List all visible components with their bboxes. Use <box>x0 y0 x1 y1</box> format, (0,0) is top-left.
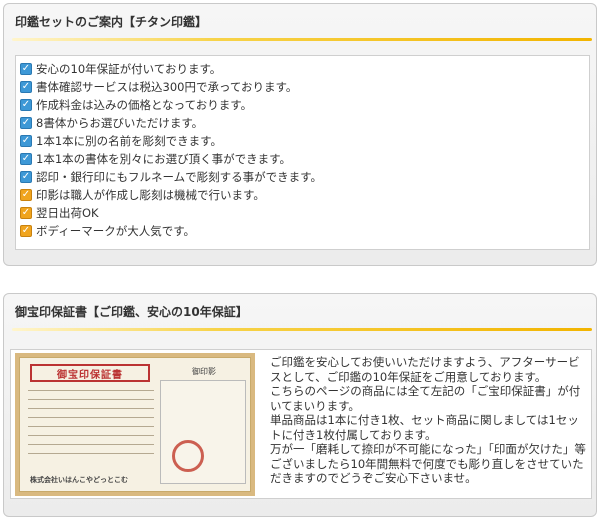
list-item: ✓ 8書体からお選びいただけます。 <box>20 114 589 132</box>
list-item: ✓ 認印・銀行印にもフルネームで彫刻する事ができます。 <box>20 168 589 186</box>
certificate-company: 株式会社いはんこやどっとこむ <box>30 476 128 484</box>
list-item: ✓ 書体確認サービスは税込300円で承っております。 <box>20 78 589 96</box>
list-item: ✓ ボディーマークが大人気です。 <box>20 222 589 240</box>
list-item: ✓ 1本1本の書体を別々にお選び頂く事ができます。 <box>20 150 589 168</box>
feature-text: 1本1本の書体を別々にお選び頂く事ができます。 <box>36 152 291 166</box>
feature-text: 作成料金は込みの価格となっております。 <box>36 98 253 112</box>
check-icon: ✓ <box>20 63 32 75</box>
warranty-content: 御宝印保証書 御印影 株式会社いはんこやどっとこむ ご印鑑を安心してお使いいただ… <box>10 349 592 499</box>
feature-list: ✓ 安心の10年保証が付いております。 ✓ 書体確認サービスは税込300円で承ってお… <box>15 55 590 250</box>
feature-text: 安心の10年保証が付いております。 <box>36 62 222 76</box>
red-stamp-icon <box>172 440 204 472</box>
feature-text: ボディーマークが大人気です。 <box>36 224 196 238</box>
check-icon: ✓ <box>20 153 32 165</box>
feature-text: 1本1本に別の名前を彫刻できます。 <box>36 134 222 148</box>
certificate-text-lines <box>28 390 154 462</box>
list-item: ✓ 作成料金は込みの価格となっております。 <box>20 96 589 114</box>
check-icon: ✓ <box>20 99 32 111</box>
warranty-paragraph: こちらのページの商品には全て左記の「ご宝印保証書」が付いてまいります。 <box>270 384 581 413</box>
title-underline <box>12 38 592 41</box>
check-icon: ✓ <box>20 189 32 201</box>
check-icon: ✓ <box>20 81 32 93</box>
warranty-panel-title: 御宝印保証書【ご印鑑、安心の10年保証】 <box>15 304 248 319</box>
list-item: ✓ 印影は職人が作成し彫刻は機械で行います。 <box>20 186 589 204</box>
feature-panel: 印鑑セットのご案内【チタン印鑑】 ✓ 安心の10年保証が付いております。 ✓ 書体確… <box>3 3 597 266</box>
feature-text: 印影は職人が作成し彫刻は機械で行います。 <box>36 188 265 202</box>
certificate-title: 御宝印保証書 <box>30 364 150 382</box>
feature-panel-title: 印鑑セットのご案内【チタン印鑑】 <box>15 14 208 29</box>
warranty-panel: 御宝印保証書【ご印鑑、安心の10年保証】 御宝印保証書 御印影 株式会社いはんこ… <box>3 293 597 517</box>
list-item: ✓ 安心の10年保証が付いております。 <box>20 60 589 78</box>
warranty-paragraph: 単品商品は1本に付き1枚、セット商品に関しましては1セットに付き1枚付属しており… <box>270 413 579 442</box>
check-icon: ✓ <box>20 225 32 237</box>
warranty-paragraph: ご印鑑を安心してお使いいただけますよう、アフターサービスとして、ご印鑑の10年保… <box>270 355 580 384</box>
check-icon: ✓ <box>20 207 32 219</box>
check-icon: ✓ <box>20 135 32 147</box>
feature-text: 認印・銀行印にもフルネームで彫刻する事ができます。 <box>36 170 323 184</box>
seal-label: 御印影 <box>192 367 216 376</box>
title-underline <box>12 328 592 331</box>
check-icon: ✓ <box>20 171 32 183</box>
feature-text: 8書体からお選びいただけます。 <box>36 116 204 130</box>
feature-text: 書体確認サービスは税込300円で承っております。 <box>36 80 298 94</box>
warranty-paragraph: 万が一「磨耗して捺印が不可能になった」「印面が欠けた」等ございましたら10年間無… <box>270 442 586 485</box>
list-item: ✓ 1本1本に別の名前を彫刻できます。 <box>20 132 589 150</box>
warranty-certificate-image: 御宝印保証書 御印影 株式会社いはんこやどっとこむ <box>15 353 255 496</box>
feature-text: 翌日出荷OK <box>36 206 99 220</box>
seal-impression-area <box>160 380 246 484</box>
warranty-description: ご印鑑を安心してお使いいただけますよう、アフターサービスとして、ご印鑑の10年保… <box>270 355 588 486</box>
list-item: ✓ 翌日出荷OK <box>20 204 589 222</box>
check-icon: ✓ <box>20 117 32 129</box>
